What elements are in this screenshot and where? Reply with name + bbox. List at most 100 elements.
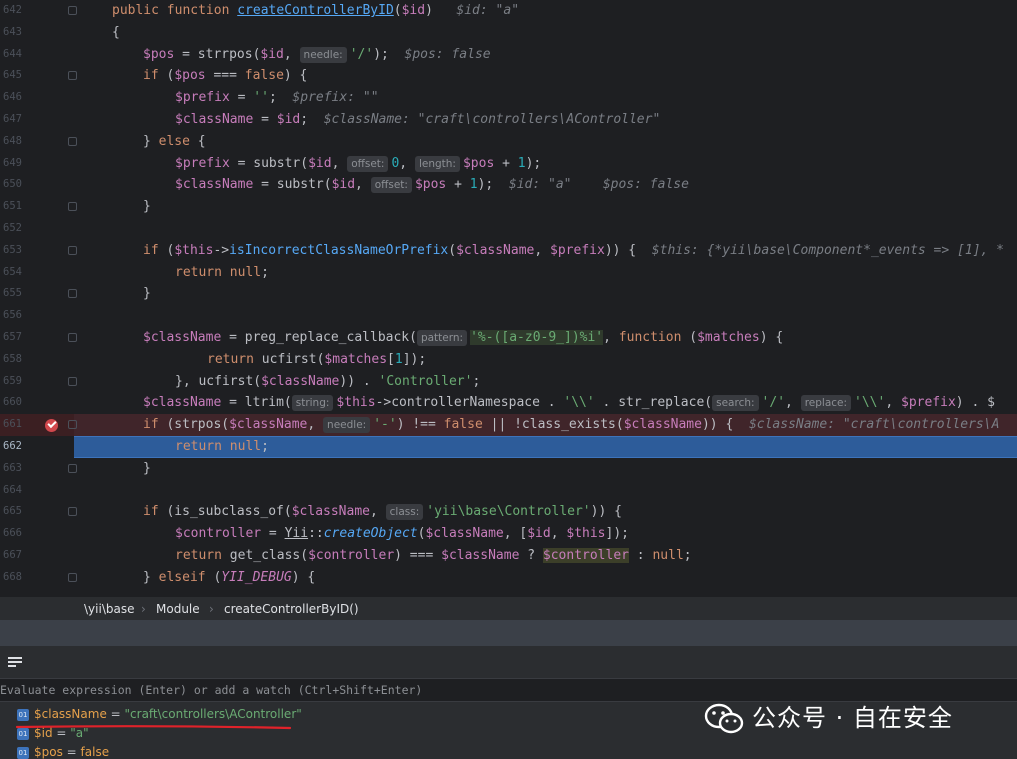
fold-icon[interactable] xyxy=(68,463,77,473)
variable-value: false xyxy=(80,745,110,759)
line-number: 662 xyxy=(3,440,22,452)
code-text: $controller = Yii::createObject($classNa… xyxy=(175,526,629,542)
code-line[interactable]: 653 if ($this->isIncorrectClassNameOrPre… xyxy=(0,240,1017,262)
inline-value-hint: $id: "a" xyxy=(508,177,572,193)
code-editor[interactable]: 642 public function createControllerByID… xyxy=(0,0,1017,596)
code-line[interactable]: 654 return null; xyxy=(0,262,1017,284)
code-text: return ucfirst($matches[1]); xyxy=(207,351,427,367)
code-line[interactable]: 656 xyxy=(0,305,1017,327)
line-number: 653 xyxy=(3,243,22,256)
fold-icon[interactable] xyxy=(68,136,77,146)
line-number: 665 xyxy=(3,505,22,518)
code-text: } elseif (YII_DEBUG) { xyxy=(143,569,316,585)
code-line[interactable]: 642 public function createControllerByID… xyxy=(0,0,1017,22)
code-text: $className = preg_replace_callback(patte… xyxy=(143,330,784,346)
inline-value-hint: $pos: false xyxy=(602,177,689,193)
param-hint: string: xyxy=(291,395,334,412)
code-line[interactable]: 665 if (is_subclass_of($className, class… xyxy=(0,501,1017,523)
line-number: 664 xyxy=(3,483,22,496)
code-line[interactable]: 655 } xyxy=(0,283,1017,305)
fold-icon[interactable] xyxy=(68,333,77,342)
fold-icon[interactable] xyxy=(68,507,77,517)
param-hint: needle: xyxy=(323,417,371,434)
fold-icon[interactable] xyxy=(68,6,77,15)
panel-divider[interactable] xyxy=(0,620,1017,646)
wechat-icon xyxy=(704,703,744,734)
fold-icon[interactable] xyxy=(68,245,77,255)
fold-icon[interactable] xyxy=(68,376,77,386)
code-text: $prefix = substr($id, offset: 0, length: $… xyxy=(175,155,542,172)
line-number: 658 xyxy=(3,352,22,365)
code-line[interactable]: 648 } else { xyxy=(0,131,1017,153)
variable-value: "craft\controllers\AController" xyxy=(124,707,302,721)
variable-name: $pos xyxy=(34,745,63,759)
code-line[interactable]: 659 }, ucfirst($className)) . 'Controlle… xyxy=(0,371,1017,393)
code-line[interactable]: 649 $prefix = substr($id, offset: 0, leng… xyxy=(0,153,1017,175)
breakpoint-line[interactable]: 661 if (strpos($className, needle: '-') !… xyxy=(0,414,1017,436)
code-text: return get_class($controller) === $class… xyxy=(175,548,692,563)
line-number: 651 xyxy=(3,200,22,213)
code-line[interactable]: 666 $controller = Yii::createObject($cla… xyxy=(0,523,1017,545)
code-line[interactable]: 663 } xyxy=(0,458,1017,480)
code-line[interactable]: 646 $prefix = ''; $prefix: "" xyxy=(0,87,1017,109)
line-number: 644 xyxy=(3,47,22,60)
line-number: 659 xyxy=(3,374,22,387)
inline-value-hint: $id: "a" xyxy=(456,3,520,18)
code-line[interactable]: 668 } elseif (YII_DEBUG) { xyxy=(0,567,1017,589)
breadcrumb: \yii\base › Module › createControllerByI… xyxy=(0,596,1017,620)
code-text: $className = $id; $className: "craft\con… xyxy=(175,112,661,127)
code-line[interactable]: 657 $className = preg_replace_callback(p… xyxy=(0,327,1017,349)
breadcrumb-method[interactable]: createControllerByID() xyxy=(224,597,359,621)
param-hint: search: xyxy=(712,395,759,412)
evaluate-expression-bar[interactable] xyxy=(0,678,1017,702)
code-line[interactable]: 644 $pos = strrpos($id, needle: '/'); $po… xyxy=(0,44,1017,66)
line-number: 655 xyxy=(3,287,22,300)
fold-icon[interactable] xyxy=(68,572,77,582)
param-hint: pattern: xyxy=(416,330,468,346)
add-watch-icon[interactable] xyxy=(8,656,22,668)
fold-icon[interactable] xyxy=(68,71,77,81)
code-text: } else { xyxy=(143,133,206,149)
code-text: if (is_subclass_of($className, class:'yi… xyxy=(143,504,622,521)
code-text: if ($pos === false) { xyxy=(143,68,308,84)
code-text: return null; xyxy=(175,439,269,454)
code-line[interactable]: 643 { xyxy=(0,22,1017,44)
code-line[interactable]: 652 xyxy=(0,218,1017,240)
line-number: 647 xyxy=(3,113,22,125)
param-hint: offset: xyxy=(347,155,389,172)
breadcrumb-class[interactable]: Module xyxy=(156,597,200,621)
code-text: if ($this->isIncorrectClassNameOrPrefix(… xyxy=(143,242,1004,258)
execution-point-line[interactable]: 662 return null; xyxy=(0,436,1017,458)
code-line[interactable]: 650 $className = substr($id, offset: $pos… xyxy=(0,174,1017,196)
line-number: 645 xyxy=(3,69,22,82)
variable-row[interactable]: 01 $pos = false xyxy=(17,742,109,759)
line-number: 646 xyxy=(3,91,22,104)
breadcrumb-namespace[interactable]: \yii\base xyxy=(84,597,134,621)
code-line[interactable]: 667 return get_class($controller) === $c… xyxy=(0,545,1017,567)
inline-value-hint: $prefix: "" xyxy=(292,90,379,106)
code-text: } xyxy=(143,460,151,476)
code-line[interactable]: 664 xyxy=(0,480,1017,502)
code-line[interactable]: 651 } xyxy=(0,196,1017,218)
code-text: return null; xyxy=(175,264,269,280)
code-text: { xyxy=(112,24,120,40)
fold-icon[interactable] xyxy=(68,420,77,430)
code-line[interactable]: 645 if ($pos === false) { xyxy=(0,65,1017,87)
param-hint: replace: xyxy=(800,395,852,412)
code-line[interactable]: 647 $className = $id; $className: "craft… xyxy=(0,109,1017,131)
fold-icon[interactable] xyxy=(68,202,77,212)
line-number: 649 xyxy=(3,156,22,169)
line-number: 661 xyxy=(3,418,22,431)
code-line[interactable]: 658 return ucfirst($matches[1]); xyxy=(0,349,1017,371)
breakpoint-icon[interactable] xyxy=(45,419,58,433)
watermark-text: 公众号 · 自在安全 xyxy=(752,704,953,732)
line-number: 667 xyxy=(3,549,22,561)
line-number: 668 xyxy=(3,570,22,583)
code-text: } xyxy=(143,286,151,302)
fold-icon[interactable] xyxy=(68,289,77,299)
inline-value-hint: $className: "craft\controllers\AControll… xyxy=(323,112,661,127)
code-text: public function createControllerByID($id… xyxy=(112,3,520,18)
variable-row[interactable]: 01 $className = "craft\controllers\AContr… xyxy=(17,704,302,724)
evaluate-expression-input[interactable] xyxy=(0,679,680,701)
code-line[interactable]: 660 $className = ltrim(string: $this->con… xyxy=(0,392,1017,414)
